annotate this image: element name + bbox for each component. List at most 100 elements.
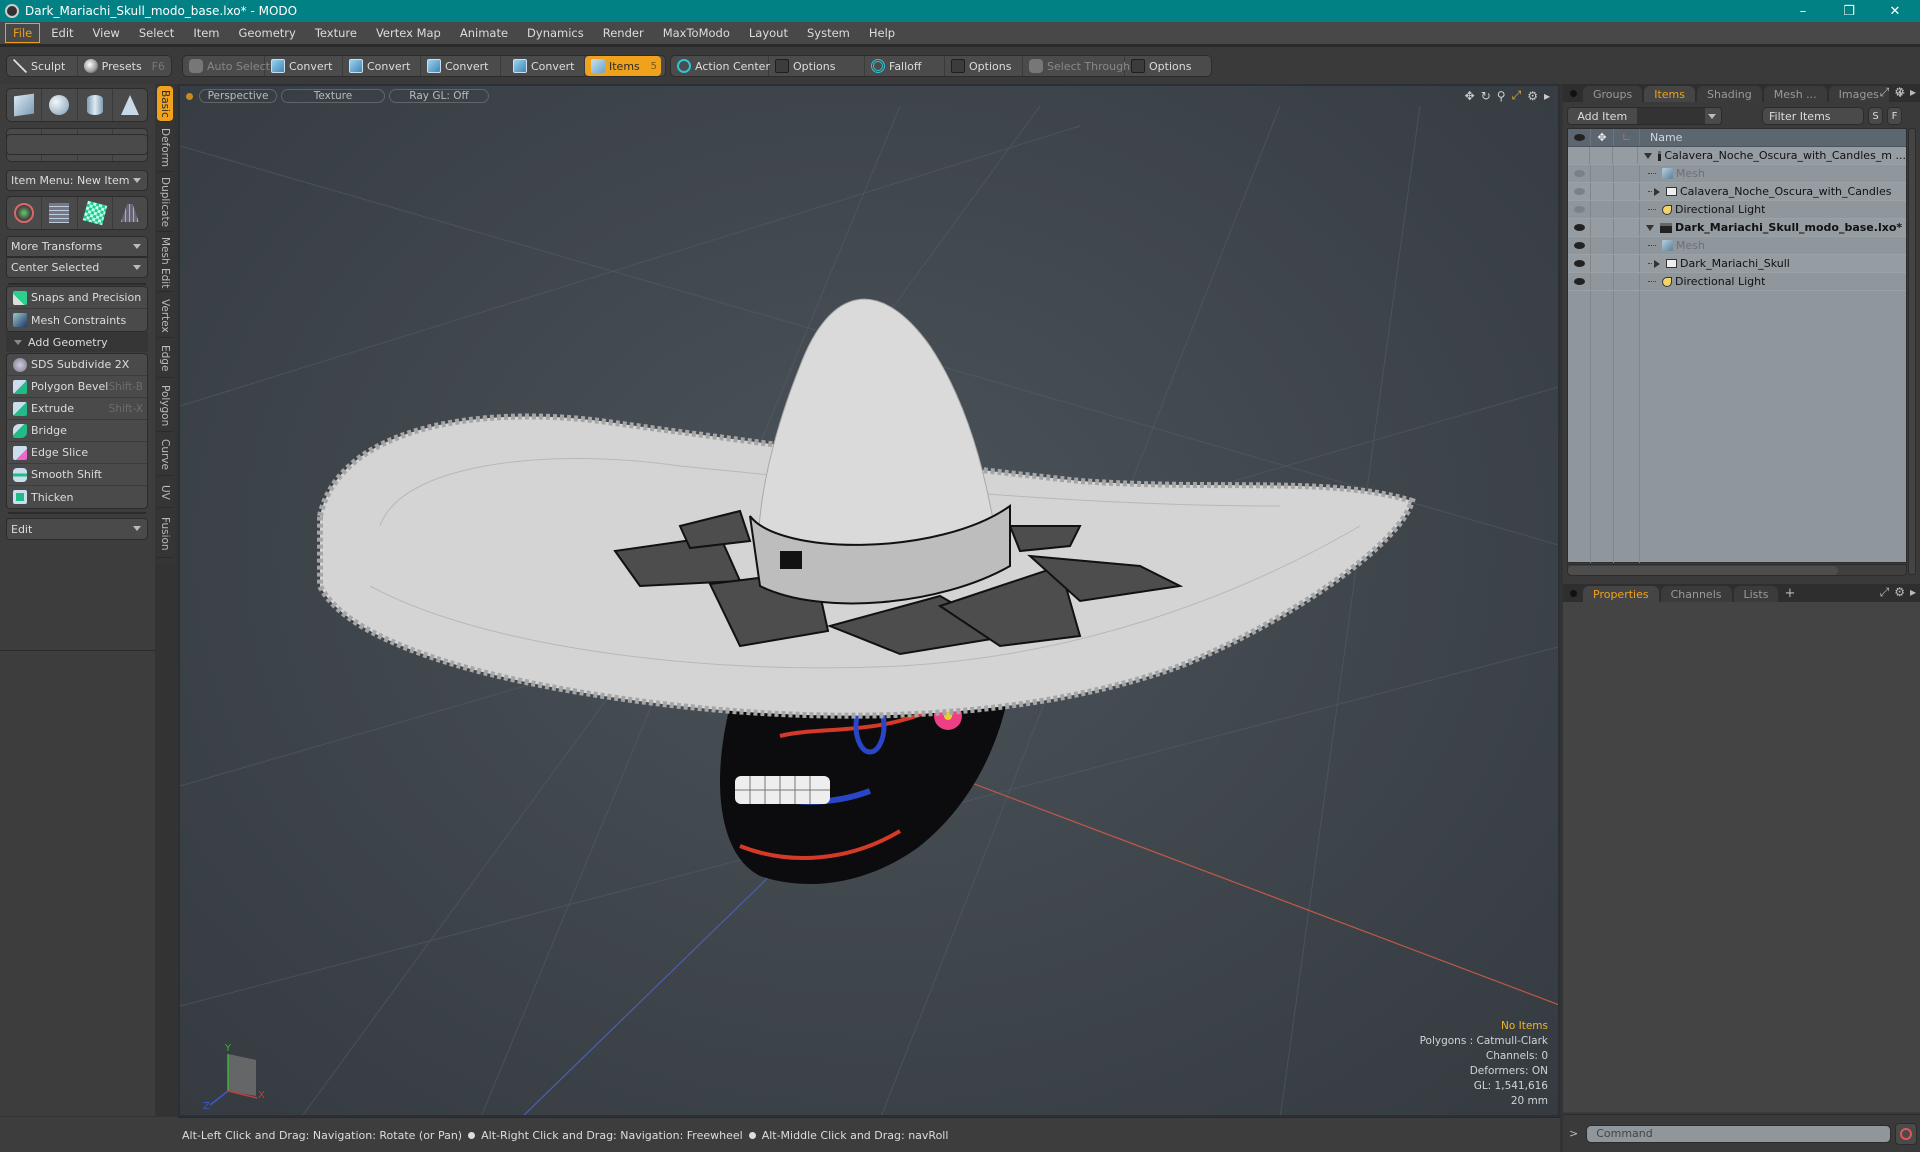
minimize-button[interactable]: –	[1780, 0, 1826, 22]
gear-icon[interactable]: ⚙	[1527, 89, 1538, 103]
tab-shading[interactable]: Shading	[1697, 86, 1762, 102]
smooth-shift-button[interactable]: Smooth Shift	[7, 464, 147, 486]
select-through-button[interactable]: Select Through	[1023, 56, 1130, 76]
tree-horizontal-scrollbar[interactable]	[1567, 564, 1907, 576]
cylinder-button[interactable]	[78, 89, 113, 121]
convert-edges-button[interactable]: Convert	[343, 56, 421, 76]
command-input[interactable]: Command	[1586, 1124, 1892, 1143]
presets-button[interactable]: Presets F6	[78, 56, 171, 76]
gear-icon[interactable]: ⚙	[1894, 85, 1905, 100]
menu-edit[interactable]: Edit	[43, 23, 81, 43]
more-transforms-dropdown[interactable]: More Transforms	[6, 236, 148, 257]
visibility-column-header[interactable]	[1568, 129, 1591, 146]
filter-f-button[interactable]: F	[1887, 107, 1902, 125]
eye-icon[interactable]	[1573, 224, 1585, 231]
shading-mode-button[interactable]: Texture	[281, 89, 385, 103]
tab-edge[interactable]: Edge	[157, 340, 173, 378]
tab-fusion[interactable]: Fusion	[157, 510, 173, 558]
action-center-options-button[interactable]: Options	[769, 56, 865, 76]
menu-render[interactable]: Render	[595, 23, 652, 43]
tab-vertex[interactable]: Vertex	[157, 294, 173, 338]
expand-arrow-icon[interactable]: ▸	[1544, 89, 1550, 103]
pan-icon[interactable]: ✥	[1465, 89, 1475, 103]
eye-icon[interactable]	[1573, 278, 1585, 285]
menu-file[interactable]: File	[5, 23, 41, 43]
convert-polygons-button[interactable]: Convert	[421, 56, 501, 76]
expand-panel-icon[interactable]: ⤢	[1880, 585, 1890, 600]
edit-dropdown[interactable]: Edit	[6, 518, 148, 540]
center-selected-dropdown[interactable]: Center Selected	[6, 257, 148, 278]
expand-triangle-icon[interactable]	[1654, 259, 1660, 268]
tab-properties[interactable]: Properties	[1583, 586, 1659, 602]
expand-triangle-icon[interactable]	[1643, 152, 1652, 159]
eye-icon[interactable]	[1573, 188, 1585, 195]
tree-row[interactable]: Directional Light	[1568, 201, 1906, 219]
items-mode-button[interactable]: Items 5	[585, 56, 661, 76]
eye-icon[interactable]	[1573, 260, 1585, 267]
item-menu-dropdown[interactable]	[6, 134, 148, 155]
scrollbar-thumb[interactable]	[1568, 566, 1838, 575]
menu-maxtomodo[interactable]: MaxToModo	[655, 23, 738, 43]
record-macro-button[interactable]	[1895, 1122, 1918, 1145]
tab-groups[interactable]: Groups	[1583, 86, 1643, 102]
gear-icon[interactable]: ⚙	[1894, 585, 1905, 600]
panel-menu-dot[interactable]	[1570, 90, 1577, 97]
sculpt-button[interactable]: Sculpt	[7, 56, 78, 76]
convert-vertices-button[interactable]: Convert	[265, 56, 343, 76]
view-type-button[interactable]: Perspective	[199, 89, 277, 103]
expand-arrow-icon[interactable]: ▸	[1910, 585, 1916, 600]
mesh-constraints-button[interactable]: Mesh Constraints	[7, 309, 147, 331]
restore-button[interactable]: ❐	[1826, 0, 1872, 22]
tab-uv[interactable]: UV	[157, 478, 173, 508]
add-item-button[interactable]: Add Item	[1567, 107, 1722, 125]
falloff-button[interactable]: Falloff	[865, 56, 945, 76]
tree-row[interactable]: Dark_Mariachi_Skull_modo_base.lxo*	[1568, 219, 1906, 237]
add-tab-icon[interactable]: +	[1784, 586, 1795, 602]
tree-row[interactable]: Calavera_Noche_Oscura_with_Candles_m ...	[1568, 147, 1906, 165]
grid-button[interactable]	[42, 197, 78, 229]
falloff-options-button[interactable]: Options	[945, 56, 1023, 76]
expand-triangle-icon[interactable]	[1654, 187, 1660, 196]
tree-row[interactable]: Mesh	[1568, 237, 1906, 255]
checker-cube-button[interactable]	[78, 197, 113, 229]
action-center-button[interactable]: Action Center	[671, 56, 770, 76]
sphere-button[interactable]	[42, 89, 78, 121]
close-button[interactable]: ✕	[1872, 0, 1918, 22]
plane-button[interactable]	[113, 197, 147, 229]
menu-system[interactable]: System	[799, 23, 858, 43]
eye-icon[interactable]	[1573, 242, 1585, 249]
axis-column-header[interactable]: ∟	[1614, 129, 1640, 146]
expand-panel-icon[interactable]: ⤢	[1880, 85, 1890, 100]
menu-select[interactable]: Select	[131, 23, 182, 43]
menu-geometry[interactable]: Geometry	[231, 23, 304, 43]
menu-layout[interactable]: Layout	[741, 23, 796, 43]
polygon-bevel-button[interactable]: Polygon Bevel Shift-B	[7, 376, 147, 398]
tab-channels[interactable]: Channels	[1660, 586, 1732, 602]
eye-icon[interactable]	[1573, 170, 1585, 177]
tab-duplicate[interactable]: Duplicate	[157, 174, 173, 232]
name-column-header[interactable]: Name	[1640, 131, 1682, 144]
3d-viewport[interactable]: Y X Z Perspective Texture Ray GL: Off ✥ …	[178, 84, 1560, 1117]
tree-row[interactable]: Calavera_Noche_Oscura_with_Candles	[1568, 183, 1906, 201]
tree-row[interactable]: Dark_Mariachi_Skull	[1568, 255, 1906, 273]
cube-button[interactable]	[7, 89, 43, 121]
panel-menu-dot[interactable]	[1570, 590, 1577, 597]
thicken-button[interactable]: Thicken	[7, 486, 147, 508]
item-menu-dropdown[interactable]: Item Menu: New Item	[6, 170, 148, 191]
tab-mesh-edit[interactable]: Mesh Edit	[157, 234, 173, 292]
viewport-menu-dot[interactable]	[186, 92, 193, 100]
tab-polygon[interactable]: Polygon	[157, 380, 173, 432]
rotate-icon[interactable]: ↻	[1481, 89, 1491, 103]
eye-icon[interactable]	[1573, 206, 1585, 213]
select-through-options-button[interactable]: Options	[1125, 56, 1197, 76]
menu-help[interactable]: Help	[861, 23, 903, 43]
tree-vertical-scrollbar[interactable]	[1908, 128, 1916, 575]
snaps-and-precision-button[interactable]: Snaps and Precision	[7, 287, 147, 309]
menu-vertex-map[interactable]: Vertex Map	[368, 23, 449, 43]
maximize-icon[interactable]: ⤢	[1512, 88, 1522, 103]
menu-animate[interactable]: Animate	[452, 23, 516, 43]
transform-button[interactable]	[7, 197, 43, 229]
tab-lists[interactable]: Lists	[1733, 586, 1779, 602]
expand-triangle-icon[interactable]	[1646, 224, 1654, 231]
tab-deform[interactable]: Deform	[157, 124, 173, 172]
